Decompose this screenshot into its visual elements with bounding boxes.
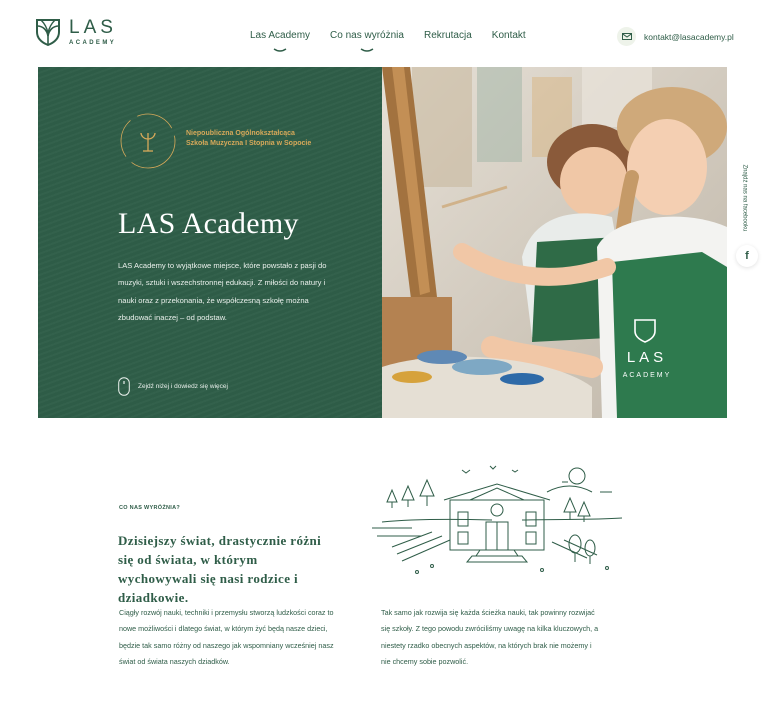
logo-sub-text: ACADEMY bbox=[69, 40, 117, 46]
scroll-cta-label: Zejdź niżej i dowiedz się więcej bbox=[138, 383, 228, 390]
apron-text-las: LAS bbox=[627, 349, 667, 366]
nav-item-label: Las Academy bbox=[250, 30, 311, 41]
section-paragraph-left: Ciągły rozwój nauki, techniki i przemysł… bbox=[119, 608, 334, 667]
children-painting-photo: LAS ACADEMY bbox=[382, 67, 727, 418]
site-header: LAS ACADEMY Las Academy Co nas wyróżnia … bbox=[0, 0, 765, 66]
nav-item-co-nas-wyroznia[interactable]: Co nas wyróżnia bbox=[330, 30, 404, 52]
apron-text-academy: ACADEMY bbox=[623, 372, 672, 379]
shield-leaf-logo-icon bbox=[36, 19, 60, 46]
facebook-icon[interactable]: f bbox=[736, 245, 758, 267]
school-name-line-2: Szkoła Muzyczna I Stopnia w Sopocie bbox=[186, 140, 312, 147]
chevron-down-icon bbox=[273, 48, 287, 52]
hero-photo: LAS ACADEMY bbox=[382, 67, 727, 418]
nav-item-label: Rekrutacja bbox=[423, 30, 472, 41]
contact-email-link[interactable]: kontakt@lasacademy.pl bbox=[617, 27, 734, 46]
nav-item-kontakt[interactable]: Kontakt bbox=[492, 30, 526, 41]
logo[interactable]: LAS ACADEMY bbox=[35, 18, 117, 46]
mouse-scroll-icon bbox=[118, 377, 130, 396]
contact-email: kontakt@lasacademy.pl bbox=[644, 31, 734, 42]
logo-text: LAS ACADEMY bbox=[69, 18, 117, 46]
logo-main-text: LAS bbox=[69, 17, 117, 38]
main-nav: Las Academy Co nas wyróżnia Rekrutacja K… bbox=[250, 30, 526, 52]
section-paragraph-right: Tak samo jak rozwija się każda ścieżka n… bbox=[381, 608, 599, 667]
hero-title: LAS Academy bbox=[118, 207, 299, 240]
scroll-down-cta[interactable]: Zejdź niżej i dowiedz się więcej bbox=[118, 377, 228, 396]
chevron-down-icon bbox=[360, 48, 374, 52]
mail-icon bbox=[617, 27, 636, 46]
school-building-illustration bbox=[372, 465, 623, 574]
nav-item-label: Co nas wyróżnia bbox=[330, 30, 404, 41]
facebook-label: Znajdź nas na facebooku bbox=[741, 164, 748, 232]
hero-panel: Niepoubliczna Ogólnokształcąca Szkoła Mu… bbox=[38, 67, 382, 418]
nav-item-las-academy[interactable]: Las Academy bbox=[250, 30, 311, 52]
nav-item-rekrutacja[interactable]: Rekrutacja bbox=[424, 30, 472, 41]
school-seal-icon bbox=[120, 113, 176, 169]
section-eyebrow: CO NAS WYRÓŻNIA? bbox=[119, 505, 181, 511]
hero-description: LAS Academy to wyjątkowe miejsce, które … bbox=[118, 261, 327, 323]
section-headline: Dzisiejszy świat, drastycznie różni się … bbox=[118, 533, 322, 605]
school-name-line-1: Niepoubliczna Ogólnokształcąca bbox=[186, 130, 295, 137]
school-full-name: Niepoubliczna Ogólnokształcąca Szkoła Mu… bbox=[186, 129, 326, 149]
nav-item-label: Kontakt bbox=[491, 30, 526, 41]
